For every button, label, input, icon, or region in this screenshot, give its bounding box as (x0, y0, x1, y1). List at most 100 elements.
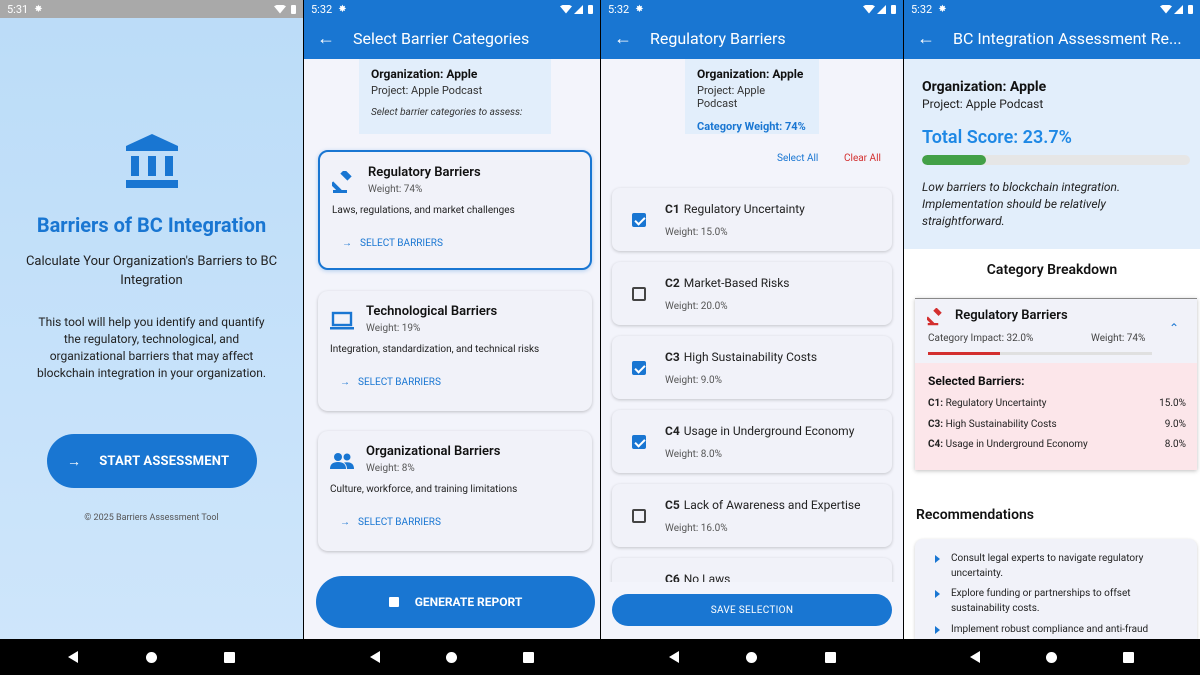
select-barriers-link[interactable]: → SELECT BARRIERS (342, 238, 443, 249)
category-name: Regulatory Barriers (368, 165, 481, 180)
category-name: Organizational Barriers (366, 444, 501, 459)
phone-screens: 5:31 ✸ Barriers of BC Integration Calcul… (0, 0, 1200, 675)
score-note: Low barriers to blockchain integration. … (922, 180, 1121, 228)
status-icons (1160, 4, 1193, 14)
start-assessment-label: START ASSESSMENT (99, 453, 230, 469)
barrier-name: No Laws (683, 572, 731, 582)
save-selection-button[interactable]: SAVE SELECTION (612, 594, 892, 626)
laptop-icon (330, 311, 354, 330)
nav-recents-icon[interactable] (1123, 651, 1134, 663)
category-weight: Weight: 74% (368, 184, 423, 195)
chevron-up-icon[interactable]: ⌃ (1169, 321, 1179, 335)
nav-recents-icon[interactable] (224, 651, 236, 663)
back-arrow-icon[interactable]: ← (317, 28, 353, 49)
nav-home-icon[interactable] (1046, 651, 1057, 663)
project-name: Project: Apple Podcast (922, 97, 1044, 111)
system-nav-bar (601, 639, 903, 675)
generate-report-button[interactable]: GENERATE REPORT (316, 576, 595, 628)
nav-back-icon[interactable] (370, 651, 380, 663)
barrier-value: 15.0% (1159, 398, 1186, 409)
barrier-item-c3[interactable]: C3 High Sustainability Costs Weight: 9.0% (612, 336, 892, 399)
nav-home-icon[interactable] (746, 651, 757, 663)
selected-barrier-row: C1: Regulatory Uncertainty 15.0% (928, 398, 1186, 409)
nav-home-icon[interactable] (446, 651, 457, 663)
bullet-arrow-icon (935, 555, 940, 563)
bullet-arrow-icon (935, 626, 940, 634)
nav-back-icon[interactable] (67, 651, 78, 663)
nav-recents-icon[interactable] (523, 651, 534, 663)
nav-recents-icon[interactable] (824, 651, 836, 663)
bullet-arrow-icon (935, 590, 940, 598)
barrier-weight: Weight: 20.0% (665, 301, 728, 312)
category-weight: Weight: 8% (366, 463, 415, 474)
nav-home-icon[interactable] (145, 651, 157, 663)
org-info-box: Organization: Apple Project: Apple Podca… (685, 59, 819, 134)
category-name: Regulatory Barriers (955, 308, 1068, 323)
category-card-technological[interactable]: Technological Barriers Weight: 19% Integ… (318, 291, 592, 411)
screen-title: BC Integration Assessment Re... (953, 29, 1182, 48)
barrier-code: C1 (665, 202, 680, 216)
checkbox-unchecked[interactable] (632, 509, 646, 523)
selected-barriers-title: Selected Barriers: (928, 374, 1025, 388)
category-card-organizational[interactable]: Organizational Barriers Weight: 8% Cultu… (318, 431, 592, 551)
category-breakdown-header[interactable]: Regulatory Barriers ⌃ Category Impact: 3… (915, 299, 1197, 363)
barrier-item-c6[interactable]: C6 No Laws (612, 558, 892, 582)
barrier-name: High Sustainability Costs (683, 350, 818, 364)
checkbox-checked[interactable] (632, 213, 646, 227)
barrier-name: Lack of Awareness and Expertise (683, 498, 861, 512)
select-barriers-link[interactable]: → SELECT BARRIERS (340, 517, 441, 528)
select-all-button[interactable]: Select All (777, 153, 818, 164)
category-breakdown-card[interactable]: Regulatory Barriers ⌃ Category Impact: 3… (915, 298, 1197, 470)
nav-back-icon[interactable] (970, 651, 980, 663)
arrow-right-icon: → (340, 377, 350, 388)
recommendation-text: Explore funding or partnerships to offse… (951, 588, 1131, 614)
category-card-regulatory[interactable]: Regulatory Barriers Weight: 74% Laws, re… (318, 150, 592, 270)
status-bar: 5:32 ✸ (904, 0, 1200, 18)
wifi-icon (274, 4, 286, 14)
barrier-item-c4[interactable]: C4 Usage in Underground Economy Weight: 8… (612, 410, 892, 473)
select-barriers-link[interactable]: → SELECT BARRIERS (340, 377, 441, 388)
barrier-item-c1[interactable]: C1 Regulatory Uncertainty Weight: 15.0% (612, 188, 892, 251)
back-arrow-icon[interactable]: ← (614, 28, 650, 49)
battery-icon (1188, 4, 1193, 14)
checkbox-checked[interactable] (632, 361, 646, 375)
barrier-item-c5[interactable]: C5 Lack of Awareness and Expertise Weight… (612, 484, 892, 547)
barrier-name: Market-Based Risks (683, 276, 790, 290)
app-title: Barriers of BC Integration (36, 213, 267, 237)
barrier-value: 8.0% (1164, 439, 1186, 450)
start-assessment-button[interactable]: → START ASSESSMENT (47, 434, 257, 488)
status-icons (560, 4, 593, 14)
recommendation-item: Explore funding or partnerships to offse… (935, 586, 1185, 616)
system-nav-bar (904, 639, 1200, 675)
checkbox-checked[interactable] (632, 435, 646, 449)
impact-progress-bar (928, 352, 1152, 355)
category-name: Technological Barriers (366, 304, 498, 319)
nav-back-icon[interactable] (668, 651, 679, 663)
category-weight: Category Weight: 74% (697, 120, 806, 133)
category-impact: Category Impact: 32.0% (928, 333, 1034, 344)
checkbox-unchecked[interactable] (632, 287, 646, 301)
clear-all-button[interactable]: Clear All (844, 153, 881, 164)
status-bar: 5:32 ✸ (304, 0, 600, 18)
category-select-screen: 5:32 ✸ ← Select Barrier Categories Organ… (304, 0, 600, 675)
recommendation-item: Implement robust compliance and anti-fra… (935, 622, 1185, 637)
back-arrow-icon[interactable]: ← (917, 28, 953, 49)
report-icon (388, 597, 399, 607)
app-subtitle: Calculate Your Organization's Barriers t… (25, 254, 278, 288)
gavel-icon (332, 171, 352, 193)
settings-status-icon: ✸ (338, 3, 347, 15)
category-description: Laws, regulations, and market challenges (332, 205, 515, 216)
barrier-list[interactable]: C1 Regulatory Uncertainty Weight: 15.0% C… (601, 178, 903, 582)
project-name: Project: Apple Podcast (371, 84, 483, 97)
report-screen: 5:32 ✸ ← BC Integration Assessment Re...… (904, 0, 1200, 675)
category-breakdown-title: Category Breakdown (986, 262, 1118, 278)
barrier-item-c2[interactable]: C2 Market-Based Risks Weight: 20.0% (612, 262, 892, 325)
recommendations-card: Consult legal experts to navigate regula… (915, 539, 1197, 639)
gavel-icon (927, 308, 942, 326)
total-score: Total Score: 23.7% (922, 127, 1072, 148)
signal-icon (574, 4, 583, 14)
recommendation-item: Consult legal experts to navigate regula… (935, 551, 1185, 581)
selected-barriers-section: Selected Barriers: C1: Regulatory Uncert… (915, 363, 1197, 470)
select-barriers-label: SELECT BARRIERS (358, 517, 441, 528)
people-icon (330, 453, 354, 469)
